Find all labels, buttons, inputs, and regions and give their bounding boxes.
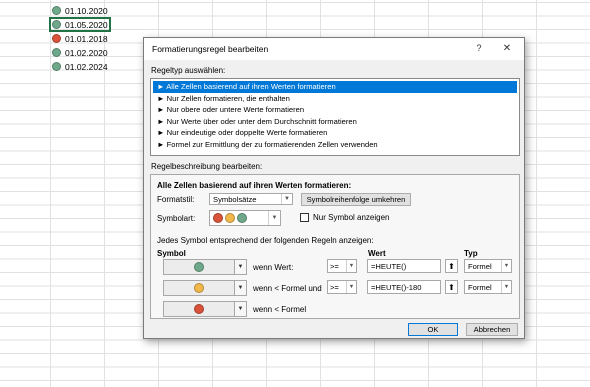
cell-value: 01.05.2020 — [65, 19, 108, 30]
chevron-down-icon: ▼ — [346, 260, 356, 272]
rule-1-collapse-range-button[interactable]: ⬆ — [445, 259, 458, 273]
ok-button[interactable]: OK — [408, 323, 458, 336]
rule-1-type-select[interactable]: Formel ▼ — [464, 259, 512, 273]
format-style-select[interactable]: Symbolsätze ▼ — [209, 193, 293, 205]
rule-type-item[interactable]: ► Nur eindeutige oder doppelte Werte for… — [153, 127, 517, 139]
rule-type-label: Regeltyp auswählen: — [151, 66, 226, 75]
rule-type-item[interactable]: ► Nur Werte über oder unter dem Durchsch… — [153, 116, 517, 128]
show-icon-only-checkbox[interactable] — [300, 213, 309, 222]
chevron-down-icon: ▼ — [234, 281, 246, 295]
arrow-up-icon: ⬆ — [448, 282, 455, 292]
cell-value: 01.02.2020 — [65, 47, 108, 58]
format-style-label: Formatstil: — [157, 195, 195, 204]
yellow-circle-icon — [194, 283, 204, 293]
show-icon-only-label: Nur Symbol anzeigen — [313, 213, 390, 222]
cell-date[interactable]: 01.05.2020 — [49, 17, 111, 32]
rule-2-icon-select[interactable]: ▼ — [163, 280, 247, 296]
cell-value: 01.02.2024 — [65, 61, 108, 72]
rule-2-operator-select[interactable]: >= ▼ — [327, 280, 357, 294]
circle-icon — [52, 20, 61, 29]
icon-style-select[interactable]: ▼ — [209, 210, 281, 226]
help-button[interactable]: ? — [472, 41, 486, 55]
rule-3-icon-select[interactable]: ▼ — [163, 301, 247, 317]
rules-intro: Jedes Symbol entsprechend der folgenden … — [157, 236, 374, 245]
reverse-icon-order-button[interactable]: Symbolreihenfolge umkehren — [301, 193, 411, 206]
rule-2-value: =HEUTE()-180 — [371, 282, 422, 292]
red-circle-icon — [194, 304, 204, 314]
close-button[interactable]: ✕ — [500, 41, 514, 55]
yellow-circle-icon — [225, 213, 235, 223]
icon-style-label: Symbolart: — [157, 214, 196, 223]
chevron-down-icon: ▼ — [234, 260, 246, 274]
cell-date[interactable]: 01.02.2020 — [50, 46, 110, 59]
green-circle-icon — [237, 213, 247, 223]
rule-type-item[interactable]: ► Nur obere oder untere Werte formatiere… — [153, 104, 517, 116]
rule-type-list[interactable]: ► Alle Zellen basierend auf ihren Werten… — [150, 78, 520, 156]
dialog-title: Formatierungsregel bearbeiten — [152, 44, 269, 54]
rule-2-condition: wenn < Formel und — [253, 284, 322, 293]
format-style-value: Symbolsätze — [213, 194, 257, 204]
red-circle-icon — [213, 213, 223, 223]
chevron-down-icon: ▼ — [501, 281, 511, 293]
circle-icon — [52, 6, 61, 15]
rule-3-condition: wenn < Formel — [253, 305, 307, 314]
circle-icon — [52, 34, 61, 43]
circle-icon — [52, 62, 61, 71]
symbol-column-header: Symbol — [157, 249, 186, 258]
format-rule-dialog: Formatierungsregel bearbeiten ? ✕ Regelt… — [143, 37, 525, 339]
chevron-down-icon: ▼ — [268, 211, 280, 225]
rule-2-type: Formel — [468, 282, 492, 292]
rule-2-type-select[interactable]: Formel ▼ — [464, 280, 512, 294]
cancel-button[interactable]: Abbrechen — [466, 323, 518, 336]
cell-value: 01.10.2020 — [65, 5, 108, 16]
chevron-down-icon: ▼ — [501, 260, 511, 272]
value-column-header: Wert — [368, 249, 386, 258]
rule-1-operator: >= — [330, 261, 339, 271]
rule-2-collapse-range-button[interactable]: ⬆ — [445, 280, 458, 294]
rule-type-item[interactable]: ► Alle Zellen basierend auf ihren Werten… — [153, 81, 517, 93]
rule-1-icon-select[interactable]: ▼ — [163, 259, 247, 275]
description-heading: Alle Zellen basierend auf ihren Werten f… — [157, 181, 352, 190]
rule-2-operator: >= — [330, 282, 339, 292]
rule-type-item[interactable]: ► Nur Zellen formatieren, die enthalten — [153, 93, 517, 105]
green-circle-icon — [194, 262, 204, 272]
rule-2-value-input[interactable]: =HEUTE()-180 — [367, 280, 441, 294]
dialog-titlebar: Formatierungsregel bearbeiten ? ✕ — [144, 38, 524, 60]
cell-date[interactable]: 01.02.2024 — [50, 60, 110, 73]
rule-1-operator-select[interactable]: >= ▼ — [327, 259, 357, 273]
type-column-header: Typ — [464, 249, 478, 258]
rule-description-group: Alle Zellen basierend auf ihren Werten f… — [150, 174, 520, 319]
circle-icon — [52, 48, 61, 57]
rule-1-value-input[interactable]: =HEUTE() — [367, 259, 441, 273]
rule-1-type: Formel — [468, 261, 492, 271]
chevron-down-icon: ▼ — [234, 302, 246, 316]
rule-1-value: =HEUTE() — [371, 261, 407, 271]
chevron-down-icon: ▼ — [281, 194, 292, 204]
rule-1-condition: wenn Wert: — [253, 263, 294, 272]
cell-date[interactable]: 01.01.2018 — [50, 32, 110, 45]
cell-date[interactable]: 01.10.2020 — [50, 4, 110, 17]
rule-type-item[interactable]: ► Formel zur Ermittlung der zu formatier… — [153, 139, 517, 151]
chevron-down-icon: ▼ — [346, 281, 356, 293]
rule-description-label: Regelbeschreibung bearbeiten: — [151, 162, 263, 171]
cell-value: 01.01.2018 — [65, 33, 108, 44]
arrow-up-icon: ⬆ — [448, 261, 455, 271]
